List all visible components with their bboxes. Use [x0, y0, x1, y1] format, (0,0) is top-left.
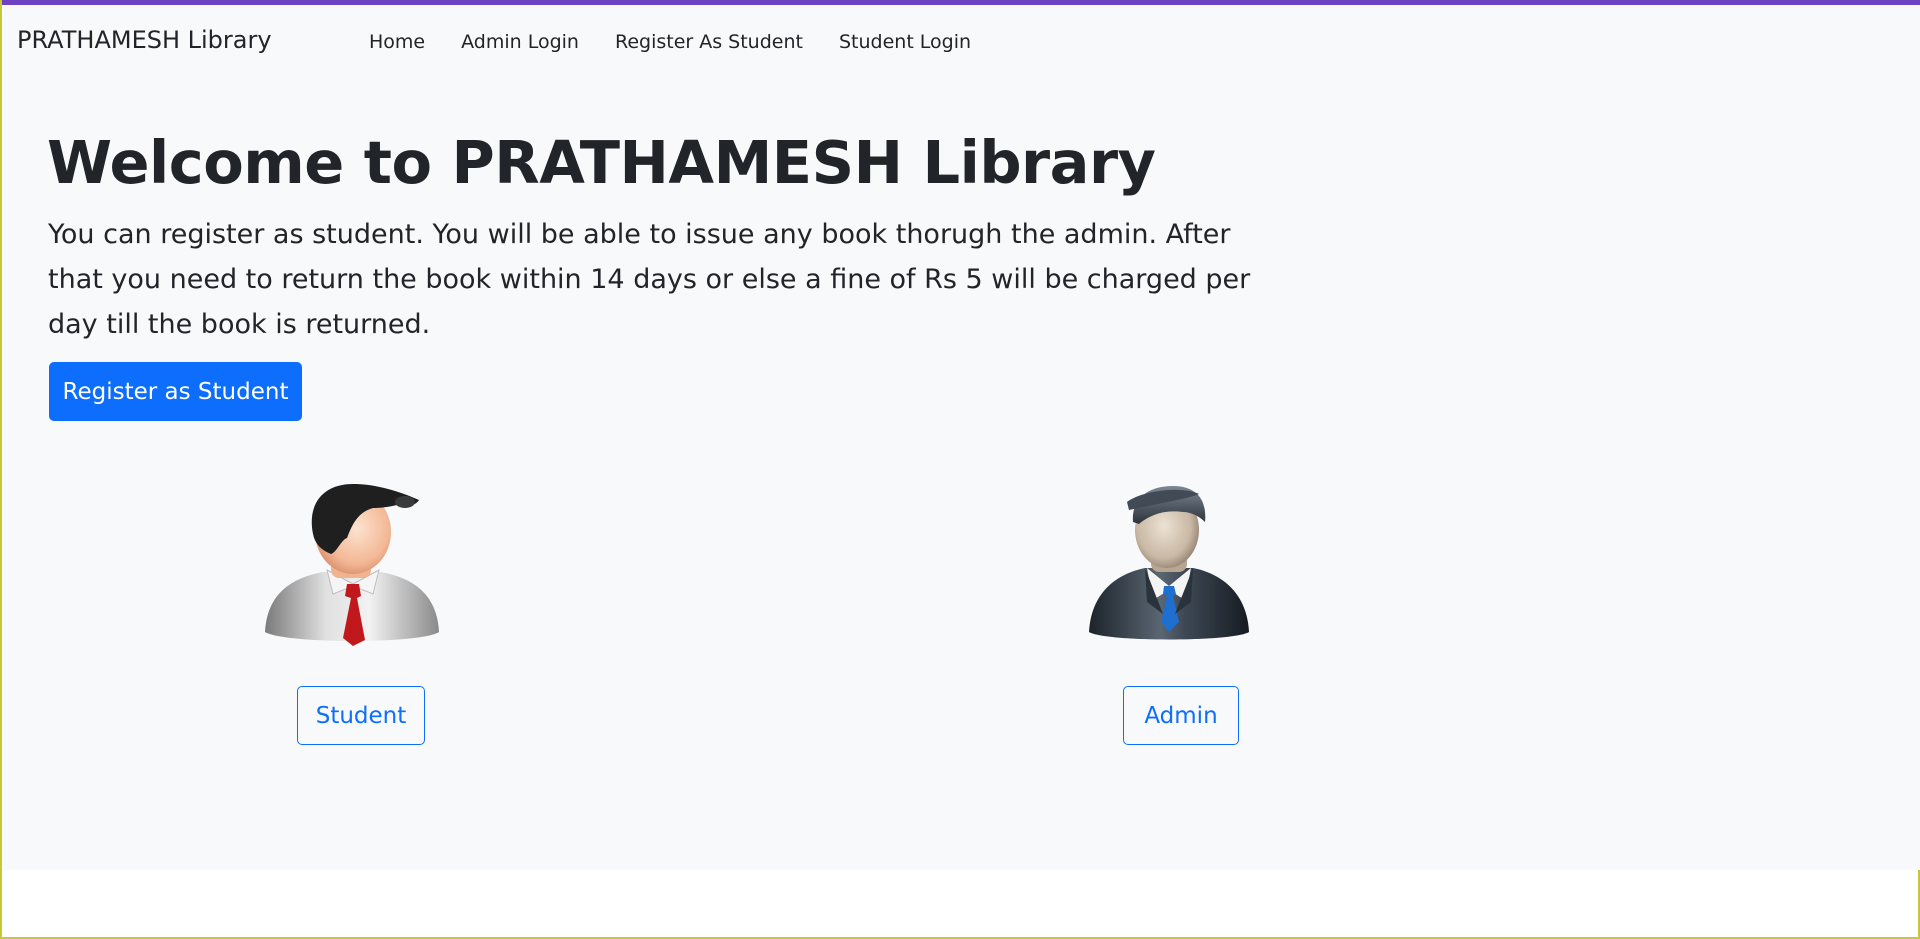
nav-link-register-as-student[interactable]: Register As Student — [615, 31, 803, 53]
navbar-brand[interactable]: PRATHAMESH Library — [17, 26, 272, 54]
student-avatar-icon — [265, 484, 439, 646]
register-as-student-button[interactable]: Register as Student — [49, 362, 302, 421]
browser-viewport: PRATHAMESH Library Home Admin Login Regi… — [0, 0, 1920, 939]
student-button[interactable]: Student — [297, 686, 425, 745]
page-title: Welcome to PRATHAMESH Library — [47, 128, 1156, 197]
nav-link-admin-login[interactable]: Admin Login — [461, 31, 579, 53]
admin-avatar-icon — [1089, 486, 1249, 640]
nav-link-student-login[interactable]: Student Login — [839, 31, 971, 53]
admin-button[interactable]: Admin — [1123, 686, 1239, 745]
hero-description: You can register as student. You will be… — [48, 219, 1251, 340]
page-content: PRATHAMESH Library Home Admin Login Regi… — [4, 5, 1920, 870]
nav-link-home[interactable]: Home — [369, 31, 425, 53]
nav-links: Home Admin Login Register As Student Stu… — [369, 31, 1007, 53]
navbar: PRATHAMESH Library Home Admin Login Regi… — [4, 5, 1920, 77]
